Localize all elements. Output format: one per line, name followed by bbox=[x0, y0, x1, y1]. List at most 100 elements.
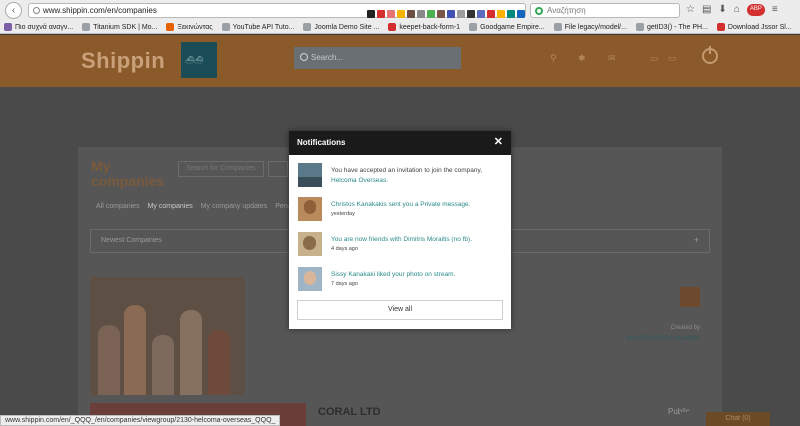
bookmark-item[interactable]: YouTube API Tuto... bbox=[221, 20, 295, 34]
cover-figure bbox=[98, 325, 120, 395]
bookmark-item[interactable]: Ξεκινώντας bbox=[166, 20, 213, 34]
flag-en-icon[interactable]: ▭ bbox=[650, 53, 659, 64]
home-icon[interactable]: ⌂ bbox=[734, 4, 740, 16]
extension-icon[interactable] bbox=[457, 10, 465, 18]
extension-icon[interactable] bbox=[427, 10, 435, 18]
bookmark-label: Joomla Demo Site ... bbox=[314, 23, 380, 31]
address-bar[interactable]: www.shippin.com/en/companies bbox=[28, 3, 526, 18]
site-info-icon[interactable] bbox=[33, 7, 40, 14]
cover-figure bbox=[152, 335, 174, 395]
tab-my-company-updates[interactable]: My company updates bbox=[201, 203, 268, 210]
creator-avatar[interactable] bbox=[680, 412, 698, 426]
tab-all-companies[interactable]: All companies bbox=[96, 203, 140, 210]
chat-tab[interactable]: Chat (0) bbox=[706, 412, 770, 426]
page-title: My companies bbox=[91, 158, 165, 189]
creator-avatar[interactable] bbox=[680, 287, 700, 307]
bookmark-label: YouTube API Tuto... bbox=[232, 23, 295, 31]
bookmark-item[interactable]: File legacy/model/... bbox=[553, 20, 627, 34]
bookmark-item[interactable]: Titanium SDK | Mo... bbox=[82, 20, 157, 34]
tab-my-companies[interactable]: My companies bbox=[148, 203, 193, 210]
browser-search-placeholder: Αναζήτηση bbox=[547, 6, 586, 15]
company-cover-image[interactable] bbox=[90, 277, 245, 395]
menu-icon[interactable]: ≡ bbox=[772, 4, 778, 16]
notification-item[interactable]: Sissy Kanakaki liked your photo on strea… bbox=[298, 267, 503, 297]
power-icon[interactable] bbox=[702, 46, 718, 64]
extension-icons bbox=[367, 10, 525, 18]
site-logo[interactable]: Shippin bbox=[81, 48, 165, 74]
bookmark-star-icon[interactable]: ☆ bbox=[686, 4, 695, 16]
extension-icon[interactable] bbox=[447, 10, 455, 18]
notifications-modal: Notifications ✕ You have accepted an inv… bbox=[289, 131, 511, 329]
extension-icon[interactable] bbox=[517, 10, 525, 18]
bookmark-item[interactable]: getID3() - The PH... bbox=[635, 20, 708, 34]
notification-link[interactable]: Sissy Kanakaki liked your photo on strea… bbox=[331, 271, 455, 278]
extension-icon[interactable] bbox=[497, 10, 505, 18]
notification-time: 7 days ago bbox=[331, 281, 358, 287]
bookmark-item[interactable]: Joomla Demo Site ... bbox=[303, 20, 379, 34]
company-title[interactable]: CORAL LTD bbox=[318, 406, 381, 418]
bookmark-label: Πιο συχνά αναγν... bbox=[15, 23, 74, 31]
reading-list-icon[interactable]: ▤ bbox=[702, 4, 711, 16]
created-by-label: Created by bbox=[670, 325, 700, 331]
bookmark-item[interactable]: Πιο συχνά αναγν... bbox=[4, 20, 73, 34]
extension-icon[interactable] bbox=[417, 10, 425, 18]
extension-icon[interactable] bbox=[407, 10, 415, 18]
company-creator-info: Created by KONSTANTINOS VLASSIS bbox=[598, 285, 708, 345]
view-all-button[interactable]: View all bbox=[297, 300, 503, 320]
notification-item[interactable]: Christos Kanakakis sent you a Private me… bbox=[298, 197, 503, 227]
bookmark-favicon-icon bbox=[635, 23, 644, 31]
notification-item[interactable]: You have accepted an invitation to join … bbox=[298, 163, 503, 193]
back-icon[interactable]: ‹ bbox=[5, 2, 22, 19]
search-icon bbox=[300, 53, 308, 61]
bookmark-item[interactable]: Goodgame Empire... bbox=[469, 20, 545, 34]
notification-text: Sissy Kanakaki liked your photo on strea… bbox=[331, 270, 503, 280]
companies-search-placeholder: Search for Companies bbox=[186, 165, 256, 172]
modal-header: Notifications ✕ bbox=[289, 131, 511, 155]
notification-link[interactable]: Christos Kanakakis sent you a Private me… bbox=[331, 201, 470, 208]
extension-icon[interactable] bbox=[377, 10, 385, 18]
expand-icon[interactable]: + bbox=[694, 235, 699, 245]
bookmark-label: keepet-back-form-1 bbox=[399, 23, 461, 31]
notification-text: You are now friends with Dimitris Morait… bbox=[331, 235, 503, 245]
bookmark-favicon-icon bbox=[221, 23, 230, 31]
extension-icon[interactable] bbox=[507, 10, 515, 18]
notification-link[interactable]: You are now friends with Dimitris Morait… bbox=[331, 236, 472, 243]
download-icon[interactable]: ⬇ bbox=[718, 4, 726, 16]
bookmark-item[interactable]: Download Jssor Sl... bbox=[716, 20, 792, 34]
globe-icon[interactable]: ⚲ bbox=[550, 53, 557, 64]
notification-text: You have accepted an invitation to join … bbox=[331, 166, 503, 186]
ship-icon: ⛴⛴ bbox=[185, 57, 203, 64]
extension-icon[interactable] bbox=[477, 10, 485, 18]
extension-icon[interactable] bbox=[437, 10, 445, 18]
bookmark-label: Download Jssor Sl... bbox=[727, 23, 792, 31]
notification-time: 4 days ago bbox=[331, 246, 358, 252]
mail-icon[interactable]: ✉ bbox=[608, 53, 616, 64]
bookmark-favicon-icon bbox=[553, 23, 562, 31]
companies-search-button[interactable] bbox=[268, 161, 288, 177]
extension-icon[interactable] bbox=[367, 10, 375, 18]
bookmark-item[interactable]: keepet-back-form-1 bbox=[388, 20, 460, 34]
company-tabs: All companies My companies My company upda… bbox=[96, 203, 294, 210]
bookmark-label: File legacy/model/... bbox=[564, 23, 627, 31]
logo-badge: ⛴⛴ bbox=[181, 42, 217, 78]
extension-icon[interactable] bbox=[467, 10, 475, 18]
browser-toolbar: ☆ ▤ ⬇ ⌂ ABP ≡ bbox=[686, 4, 778, 16]
notification-link[interactable]: Helcoma Overseas. bbox=[331, 177, 388, 184]
adblock-icon[interactable]: ABP bbox=[746, 4, 765, 16]
close-icon[interactable]: ✕ bbox=[494, 136, 503, 148]
search-engine-icon[interactable] bbox=[535, 7, 543, 15]
extension-icon[interactable] bbox=[487, 10, 495, 18]
bookmark-favicon-icon bbox=[388, 23, 397, 31]
site-search-placeholder: Search... bbox=[311, 53, 344, 62]
extension-icon[interactable] bbox=[387, 10, 395, 18]
extension-icon[interactable] bbox=[397, 10, 405, 18]
users-icon[interactable]: ✱ bbox=[578, 53, 586, 64]
companies-search-input[interactable]: Search for Companies bbox=[178, 161, 264, 177]
browser-search-field[interactable]: Αναζήτηση bbox=[530, 3, 680, 18]
creator-name-link[interactable]: KONSTANTINOS VLASSIS bbox=[598, 336, 700, 342]
site-search-input[interactable]: Search... bbox=[294, 47, 461, 69]
flag-gr-icon[interactable]: ▭ bbox=[668, 53, 677, 64]
notification-thumbnail bbox=[298, 232, 322, 256]
bookmark-favicon-icon bbox=[469, 23, 478, 31]
notification-item[interactable]: You are now friends with Dimitris Morait… bbox=[298, 232, 503, 262]
